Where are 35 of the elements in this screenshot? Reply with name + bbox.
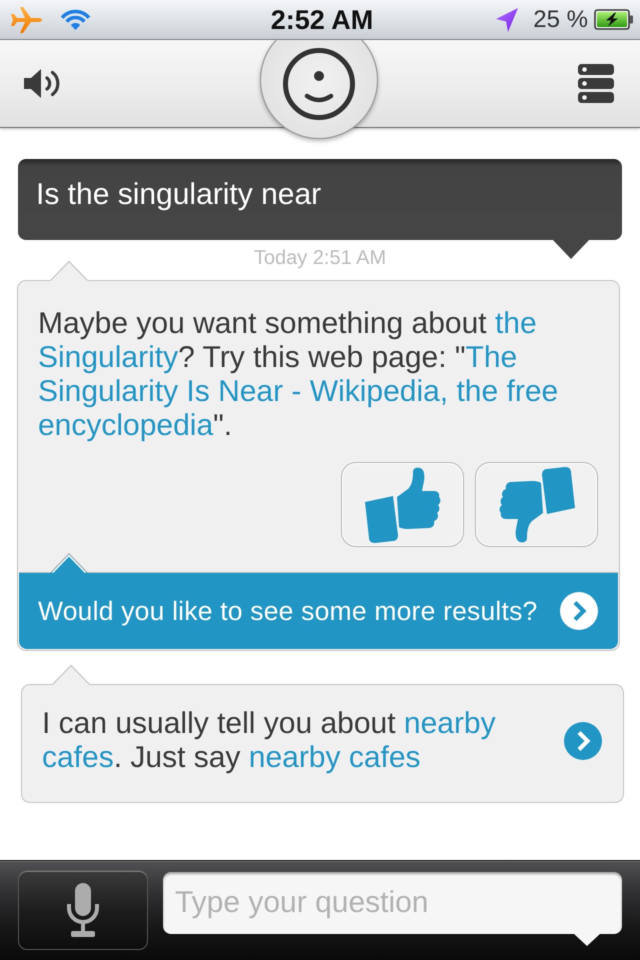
thumbs-up-button[interactable] xyxy=(341,462,464,547)
chevron-right-icon xyxy=(560,592,598,630)
link[interactable]: nearby cafes xyxy=(248,741,421,774)
face-button[interactable] xyxy=(260,40,378,139)
menu-icon[interactable] xyxy=(578,64,614,103)
microphone-icon xyxy=(66,883,100,937)
chevron-right-icon[interactable] xyxy=(564,722,602,760)
battery-percent: 25 % xyxy=(533,6,588,34)
bubble-tail xyxy=(552,239,590,259)
location-arrow-icon xyxy=(495,6,520,32)
thumbs-down-icon xyxy=(498,466,576,542)
link[interactable]: encyclopedia xyxy=(38,409,214,442)
question-input[interactable]: Type your question xyxy=(163,872,622,934)
thumbs-up-icon xyxy=(364,466,442,542)
microphone-button[interactable] xyxy=(18,870,148,950)
airplane-icon xyxy=(10,6,43,34)
link[interactable]: cafes xyxy=(42,741,114,774)
battery-icon xyxy=(594,9,634,30)
answer-text: Maybe you want something about the Singularity? Try this web page: "The Singularity Is Near - Wikipedia, the free encyclopedia". xyxy=(38,307,558,443)
link[interactable]: Singularity Is Near - Wikipedia, the free xyxy=(38,375,558,408)
wifi-icon xyxy=(60,8,91,32)
link[interactable]: the xyxy=(494,307,537,340)
message-timestamp: Today 2:51 AM xyxy=(254,247,386,269)
face-icon xyxy=(282,47,356,121)
more-results-button[interactable]: Would you like to see some more results? xyxy=(19,572,618,649)
user-message-text: Is the singularity near xyxy=(36,178,322,211)
link[interactable]: nearby xyxy=(404,707,496,740)
thumbs-down-button[interactable] xyxy=(475,462,598,547)
link[interactable]: Singularity xyxy=(38,341,178,374)
speaker-icon[interactable] xyxy=(24,67,61,100)
suggestion-text: I can usually tell you about nearby cafes. Just say nearby cafes xyxy=(42,707,496,775)
bubble-tail xyxy=(50,552,88,573)
clock-time: 2:52 AM xyxy=(270,4,374,34)
bubble-tail xyxy=(573,933,601,946)
link[interactable]: The xyxy=(466,341,518,374)
